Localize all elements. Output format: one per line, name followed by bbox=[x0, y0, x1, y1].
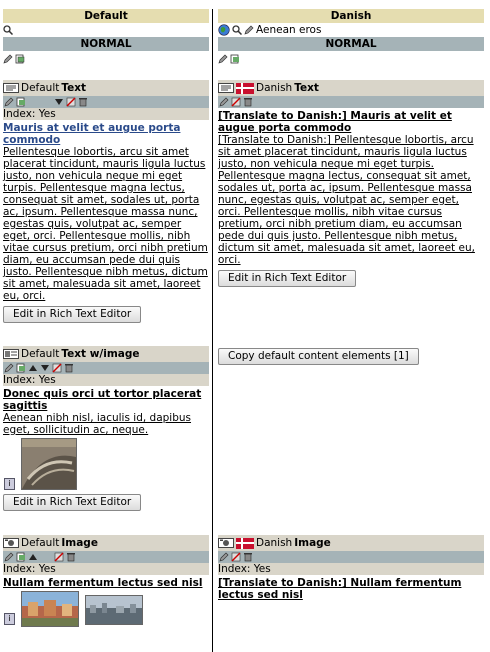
element-actions bbox=[3, 96, 209, 108]
page-title: Aenean eros bbox=[256, 24, 322, 36]
houses-photo bbox=[21, 591, 79, 627]
default-toolbar bbox=[3, 23, 209, 37]
move-up-icon[interactable] bbox=[28, 363, 38, 373]
edit-pencil-icon[interactable] bbox=[219, 97, 229, 107]
hide-icon[interactable] bbox=[66, 97, 76, 107]
edit-rte-button[interactable]: Edit in Rich Text Editor bbox=[3, 494, 142, 511]
globe-icon bbox=[218, 24, 230, 36]
element-body: Pellentesque lobortis, arcu sit amet pla… bbox=[3, 146, 208, 302]
copy-default-area: Copy default content elements [1] bbox=[218, 344, 484, 365]
content-element-text-danish: Danish Text [Translate to Danish:] Mauri… bbox=[218, 80, 484, 287]
delete-icon[interactable] bbox=[243, 552, 253, 562]
index-status: Index: Yes bbox=[3, 563, 209, 575]
element-head-prefix: Default bbox=[21, 348, 60, 360]
element-title: [Translate to Danish:] Nullam fermentum … bbox=[218, 577, 462, 601]
copy-default-content-button[interactable]: Copy default content elements [1] bbox=[218, 348, 419, 365]
element-head-type: Text w/image bbox=[61, 348, 140, 360]
new-record-icon[interactable] bbox=[230, 54, 240, 64]
hide-icon[interactable] bbox=[231, 97, 241, 107]
move-up-icon[interactable] bbox=[28, 552, 38, 562]
element-header: Danish Image bbox=[218, 535, 484, 551]
index-status: Index: Yes bbox=[218, 563, 484, 575]
element-head-prefix: Default bbox=[21, 537, 60, 549]
danish-flag-icon bbox=[236, 82, 254, 94]
move-down-icon[interactable] bbox=[40, 363, 50, 373]
textpic-type-icon bbox=[3, 349, 19, 359]
magnifier-icon[interactable] bbox=[232, 25, 242, 35]
element-head-prefix: Default bbox=[21, 82, 60, 94]
index-status: Index: Yes bbox=[3, 374, 209, 386]
hide-icon[interactable] bbox=[52, 363, 62, 373]
new-record-icon[interactable] bbox=[16, 363, 26, 373]
text-type-icon bbox=[218, 83, 234, 93]
element-head-lang: Danish bbox=[256, 537, 293, 549]
element-title: Donec quis orci ut tortor placerat sagit… bbox=[3, 388, 202, 412]
city-photo bbox=[85, 595, 143, 625]
column-section-normal: NORMAL bbox=[218, 37, 484, 51]
edit-rte-button[interactable]: Edit in Rich Text Editor bbox=[3, 306, 142, 323]
edit-pencil-icon[interactable] bbox=[218, 54, 228, 64]
new-record-icon[interactable] bbox=[16, 552, 26, 562]
info-icon[interactable]: i bbox=[4, 613, 15, 625]
content-element-image: Default Image Index: Yes Nullam fermentu… bbox=[3, 535, 209, 627]
new-record-icon[interactable] bbox=[16, 97, 26, 107]
danish-toolbar: Aenean eros bbox=[218, 23, 484, 37]
element-title: [Translate to Danish:] Mauris at velit e… bbox=[218, 110, 452, 134]
edit-pencil-icon[interactable] bbox=[219, 552, 229, 562]
element-head-lang: Danish bbox=[256, 82, 293, 94]
hide-icon[interactable] bbox=[54, 552, 64, 562]
element-actions bbox=[3, 551, 209, 563]
element-body: Aenean nibh nisl, iaculis id, dapibus eg… bbox=[3, 412, 192, 436]
column-section-normal: NORMAL bbox=[3, 37, 209, 51]
danish-flag-icon bbox=[236, 537, 254, 549]
element-header: Default Text w/image bbox=[3, 346, 209, 362]
element-body: [Translate to Danish:] Pellentesque lobo… bbox=[218, 134, 475, 266]
stadium-photo bbox=[21, 438, 77, 490]
element-head-type: Image bbox=[294, 537, 331, 549]
edit-rte-button[interactable]: Edit in Rich Text Editor bbox=[218, 270, 357, 287]
hide-icon[interactable] bbox=[231, 552, 241, 562]
danish-language-column: Danish Aenean eros NORMAL Danish Text [T… bbox=[218, 9, 484, 601]
edit-pencil-icon[interactable] bbox=[3, 54, 13, 64]
content-element-text: Default Text Index: Yes Mauris at velit … bbox=[3, 80, 209, 323]
edit-pencil-icon[interactable] bbox=[4, 97, 14, 107]
delete-icon[interactable] bbox=[66, 552, 76, 562]
edit-pencil-icon[interactable] bbox=[4, 552, 14, 562]
info-icon[interactable]: i bbox=[4, 478, 15, 490]
language-header-danish: Danish bbox=[218, 9, 484, 23]
index-status: Index: Yes bbox=[3, 108, 209, 120]
content-element-image-danish: Danish Image Index: Yes [Translate to Da… bbox=[218, 535, 484, 601]
element-head-type: Text bbox=[294, 82, 319, 94]
element-actions bbox=[218, 96, 484, 108]
element-actions bbox=[3, 362, 209, 374]
image-type-icon bbox=[3, 538, 19, 548]
element-media: i bbox=[3, 591, 209, 627]
image-type-icon bbox=[218, 538, 234, 548]
element-head-type: Image bbox=[61, 537, 98, 549]
element-header: Danish Text bbox=[218, 80, 484, 96]
element-header: Default Text bbox=[3, 80, 209, 96]
column-divider bbox=[212, 9, 213, 652]
delete-icon[interactable] bbox=[243, 97, 253, 107]
element-header: Default Image bbox=[3, 535, 209, 551]
element-media: i bbox=[3, 438, 209, 490]
language-header-default: Default bbox=[3, 9, 209, 23]
content-element-textpic: Default Text w/image Index: Yes Donec qu… bbox=[3, 346, 209, 511]
default-language-column: Default NORMAL Default Text Index: Yes M… bbox=[3, 9, 209, 627]
column-actions bbox=[218, 52, 484, 66]
edit-pencil-icon[interactable] bbox=[244, 25, 254, 35]
delete-icon[interactable] bbox=[78, 97, 88, 107]
new-record-icon[interactable] bbox=[15, 54, 25, 64]
element-title-link[interactable]: Mauris at velit et augue porta commodo bbox=[3, 122, 209, 146]
move-down-icon[interactable] bbox=[54, 97, 64, 107]
element-head-type: Text bbox=[61, 82, 87, 94]
delete-icon[interactable] bbox=[64, 363, 74, 373]
element-actions bbox=[218, 551, 484, 563]
element-title: Nullam fermentum lectus sed nisl bbox=[3, 577, 203, 589]
column-actions bbox=[3, 52, 209, 66]
magnifier-icon[interactable] bbox=[3, 25, 13, 35]
edit-pencil-icon[interactable] bbox=[4, 363, 14, 373]
text-type-icon bbox=[3, 83, 19, 93]
